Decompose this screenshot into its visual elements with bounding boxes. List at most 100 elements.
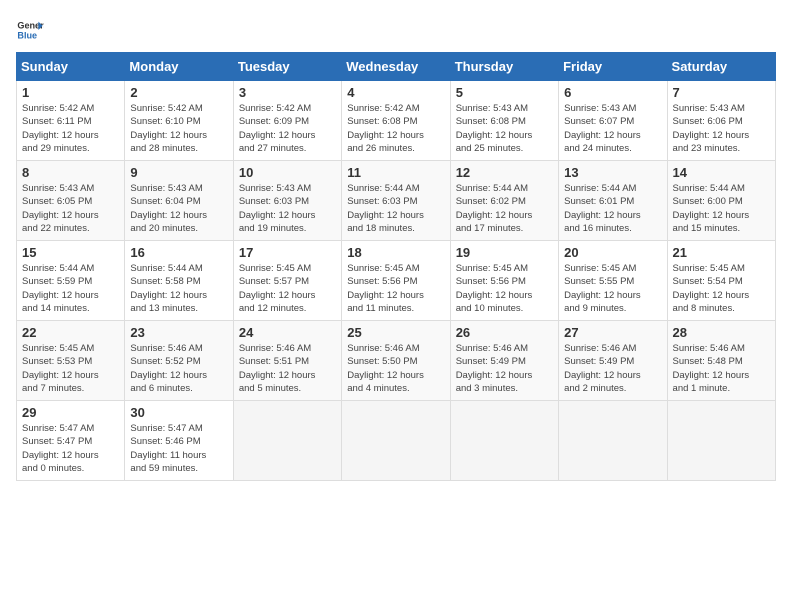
svg-text:Blue: Blue — [17, 30, 37, 40]
day-cell-2: 2 Sunrise: 5:42 AMSunset: 6:10 PMDayligh… — [125, 81, 233, 161]
day-number: 19 — [456, 245, 553, 260]
day-number: 1 — [22, 85, 119, 100]
day-cell-24: 24 Sunrise: 5:46 AMSunset: 5:51 PMDaylig… — [233, 321, 341, 401]
day-cell-7: 7 Sunrise: 5:43 AMSunset: 6:06 PMDayligh… — [667, 81, 775, 161]
day-info: Sunrise: 5:44 AMSunset: 5:58 PMDaylight:… — [130, 263, 207, 314]
day-number: 15 — [22, 245, 119, 260]
page-header: General Blue — [16, 16, 776, 44]
day-info: Sunrise: 5:46 AMSunset: 5:52 PMDaylight:… — [130, 343, 207, 394]
day-cell-27: 27 Sunrise: 5:46 AMSunset: 5:49 PMDaylig… — [559, 321, 667, 401]
day-number: 9 — [130, 165, 227, 180]
day-cell-20: 20 Sunrise: 5:45 AMSunset: 5:55 PMDaylig… — [559, 241, 667, 321]
day-cell-16: 16 Sunrise: 5:44 AMSunset: 5:58 PMDaylig… — [125, 241, 233, 321]
day-info: Sunrise: 5:44 AMSunset: 6:02 PMDaylight:… — [456, 183, 533, 234]
day-info: Sunrise: 5:45 AMSunset: 5:54 PMDaylight:… — [673, 263, 750, 314]
day-cell-17: 17 Sunrise: 5:45 AMSunset: 5:57 PMDaylig… — [233, 241, 341, 321]
day-info: Sunrise: 5:45 AMSunset: 5:57 PMDaylight:… — [239, 263, 316, 314]
day-number: 12 — [456, 165, 553, 180]
empty-cell — [233, 401, 341, 481]
day-info: Sunrise: 5:44 AMSunset: 6:00 PMDaylight:… — [673, 183, 750, 234]
day-number: 7 — [673, 85, 770, 100]
day-header-sunday: Sunday — [17, 53, 125, 81]
day-info: Sunrise: 5:47 AMSunset: 5:47 PMDaylight:… — [22, 423, 99, 474]
day-number: 2 — [130, 85, 227, 100]
day-cell-8: 8 Sunrise: 5:43 AMSunset: 6:05 PMDayligh… — [17, 161, 125, 241]
day-number: 14 — [673, 165, 770, 180]
day-number: 6 — [564, 85, 661, 100]
week-row-5: 29 Sunrise: 5:47 AMSunset: 5:47 PMDaylig… — [17, 401, 776, 481]
day-cell-18: 18 Sunrise: 5:45 AMSunset: 5:56 PMDaylig… — [342, 241, 450, 321]
day-info: Sunrise: 5:45 AMSunset: 5:55 PMDaylight:… — [564, 263, 641, 314]
empty-cell — [559, 401, 667, 481]
day-cell-28: 28 Sunrise: 5:46 AMSunset: 5:48 PMDaylig… — [667, 321, 775, 401]
day-info: Sunrise: 5:43 AMSunset: 6:05 PMDaylight:… — [22, 183, 99, 234]
day-cell-25: 25 Sunrise: 5:46 AMSunset: 5:50 PMDaylig… — [342, 321, 450, 401]
day-cell-26: 26 Sunrise: 5:46 AMSunset: 5:49 PMDaylig… — [450, 321, 558, 401]
day-cell-1: 1 Sunrise: 5:42 AMSunset: 6:11 PMDayligh… — [17, 81, 125, 161]
day-info: Sunrise: 5:45 AMSunset: 5:56 PMDaylight:… — [347, 263, 424, 314]
empty-cell — [342, 401, 450, 481]
day-header-monday: Monday — [125, 53, 233, 81]
day-number: 18 — [347, 245, 444, 260]
day-cell-3: 3 Sunrise: 5:42 AMSunset: 6:09 PMDayligh… — [233, 81, 341, 161]
day-number: 28 — [673, 325, 770, 340]
calendar-table: SundayMondayTuesdayWednesdayThursdayFrid… — [16, 52, 776, 481]
day-header-friday: Friday — [559, 53, 667, 81]
day-number: 13 — [564, 165, 661, 180]
day-number: 16 — [130, 245, 227, 260]
day-info: Sunrise: 5:42 AMSunset: 6:09 PMDaylight:… — [239, 103, 316, 154]
day-header-thursday: Thursday — [450, 53, 558, 81]
day-number: 26 — [456, 325, 553, 340]
day-info: Sunrise: 5:47 AMSunset: 5:46 PMDaylight:… — [130, 423, 206, 474]
day-number: 17 — [239, 245, 336, 260]
day-number: 30 — [130, 405, 227, 420]
day-info: Sunrise: 5:46 AMSunset: 5:49 PMDaylight:… — [564, 343, 641, 394]
day-cell-5: 5 Sunrise: 5:43 AMSunset: 6:08 PMDayligh… — [450, 81, 558, 161]
week-row-4: 22 Sunrise: 5:45 AMSunset: 5:53 PMDaylig… — [17, 321, 776, 401]
day-number: 24 — [239, 325, 336, 340]
day-number: 23 — [130, 325, 227, 340]
day-number: 21 — [673, 245, 770, 260]
day-info: Sunrise: 5:42 AMSunset: 6:11 PMDaylight:… — [22, 103, 99, 154]
day-info: Sunrise: 5:44 AMSunset: 5:59 PMDaylight:… — [22, 263, 99, 314]
day-number: 4 — [347, 85, 444, 100]
day-cell-21: 21 Sunrise: 5:45 AMSunset: 5:54 PMDaylig… — [667, 241, 775, 321]
day-cell-14: 14 Sunrise: 5:44 AMSunset: 6:00 PMDaylig… — [667, 161, 775, 241]
week-row-2: 8 Sunrise: 5:43 AMSunset: 6:05 PMDayligh… — [17, 161, 776, 241]
empty-cell — [667, 401, 775, 481]
day-cell-23: 23 Sunrise: 5:46 AMSunset: 5:52 PMDaylig… — [125, 321, 233, 401]
logo: General Blue — [16, 16, 44, 44]
day-info: Sunrise: 5:44 AMSunset: 6:01 PMDaylight:… — [564, 183, 641, 234]
day-info: Sunrise: 5:46 AMSunset: 5:48 PMDaylight:… — [673, 343, 750, 394]
day-info: Sunrise: 5:43 AMSunset: 6:06 PMDaylight:… — [673, 103, 750, 154]
day-info: Sunrise: 5:42 AMSunset: 6:10 PMDaylight:… — [130, 103, 207, 154]
day-number: 10 — [239, 165, 336, 180]
day-number: 8 — [22, 165, 119, 180]
week-row-1: 1 Sunrise: 5:42 AMSunset: 6:11 PMDayligh… — [17, 81, 776, 161]
day-number: 29 — [22, 405, 119, 420]
day-info: Sunrise: 5:46 AMSunset: 5:49 PMDaylight:… — [456, 343, 533, 394]
day-cell-12: 12 Sunrise: 5:44 AMSunset: 6:02 PMDaylig… — [450, 161, 558, 241]
day-info: Sunrise: 5:43 AMSunset: 6:04 PMDaylight:… — [130, 183, 207, 234]
logo-icon: General Blue — [16, 16, 44, 44]
day-number: 22 — [22, 325, 119, 340]
day-info: Sunrise: 5:43 AMSunset: 6:08 PMDaylight:… — [456, 103, 533, 154]
day-number: 5 — [456, 85, 553, 100]
day-cell-13: 13 Sunrise: 5:44 AMSunset: 6:01 PMDaylig… — [559, 161, 667, 241]
day-number: 27 — [564, 325, 661, 340]
empty-cell — [450, 401, 558, 481]
week-row-3: 15 Sunrise: 5:44 AMSunset: 5:59 PMDaylig… — [17, 241, 776, 321]
day-info: Sunrise: 5:44 AMSunset: 6:03 PMDaylight:… — [347, 183, 424, 234]
day-cell-4: 4 Sunrise: 5:42 AMSunset: 6:08 PMDayligh… — [342, 81, 450, 161]
day-header-tuesday: Tuesday — [233, 53, 341, 81]
day-cell-9: 9 Sunrise: 5:43 AMSunset: 6:04 PMDayligh… — [125, 161, 233, 241]
day-cell-22: 22 Sunrise: 5:45 AMSunset: 5:53 PMDaylig… — [17, 321, 125, 401]
day-info: Sunrise: 5:42 AMSunset: 6:08 PMDaylight:… — [347, 103, 424, 154]
day-number: 11 — [347, 165, 444, 180]
day-cell-15: 15 Sunrise: 5:44 AMSunset: 5:59 PMDaylig… — [17, 241, 125, 321]
day-cell-10: 10 Sunrise: 5:43 AMSunset: 6:03 PMDaylig… — [233, 161, 341, 241]
day-info: Sunrise: 5:45 AMSunset: 5:53 PMDaylight:… — [22, 343, 99, 394]
day-info: Sunrise: 5:43 AMSunset: 6:03 PMDaylight:… — [239, 183, 316, 234]
day-cell-6: 6 Sunrise: 5:43 AMSunset: 6:07 PMDayligh… — [559, 81, 667, 161]
day-number: 25 — [347, 325, 444, 340]
